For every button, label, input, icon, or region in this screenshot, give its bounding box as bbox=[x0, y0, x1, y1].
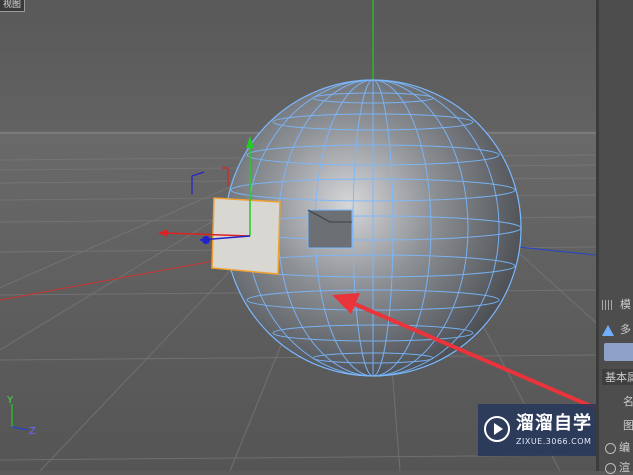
panel-tab[interactable]: 模 bbox=[602, 296, 633, 312]
object-row-label: 多 bbox=[620, 323, 631, 336]
viewport-canvas[interactable]: Y Z bbox=[0, 0, 596, 471]
grip-icon bbox=[602, 300, 614, 310]
basic-properties-label: 基本属 bbox=[605, 371, 633, 384]
axis-label-z: Z bbox=[29, 426, 36, 437]
render-visible-label: 渲 bbox=[619, 461, 630, 474]
name-field-label: 名 bbox=[623, 395, 633, 408]
3d-viewport[interactable]: Y Z 视图 bbox=[0, 0, 596, 471]
editor-visible-option[interactable]: 编 bbox=[605, 439, 633, 455]
radio-icon bbox=[605, 442, 616, 454]
watermark-title: 溜溜自学 bbox=[516, 413, 592, 434]
watermark-url: ZIXUE.3066.COM bbox=[516, 437, 592, 446]
view-menu-label[interactable]: 视图 bbox=[0, 0, 26, 12]
watermark: 溜溜自学 ZIXUE.3066.COM bbox=[478, 404, 596, 456]
object-color-swatch[interactable] bbox=[604, 343, 633, 361]
radio-icon bbox=[605, 462, 616, 474]
view-orientation-gizmo: Y Z bbox=[6, 395, 36, 437]
editor-visible-label: 编 bbox=[619, 441, 630, 454]
play-logo-icon bbox=[484, 416, 510, 442]
panel-tab-label: 模 bbox=[620, 298, 631, 311]
layer-field-label: 图 bbox=[623, 419, 633, 432]
basic-properties-tab[interactable]: 基本属 bbox=[602, 369, 633, 385]
attributes-panel: 模 多 基本属 名 图 编 渲 bbox=[596, 0, 633, 474]
render-visible-option[interactable]: 渲 bbox=[605, 459, 633, 475]
axis-label-y: Y bbox=[6, 395, 14, 406]
polygon-object-icon bbox=[602, 324, 614, 336]
object-row[interactable]: 多 bbox=[602, 321, 633, 337]
